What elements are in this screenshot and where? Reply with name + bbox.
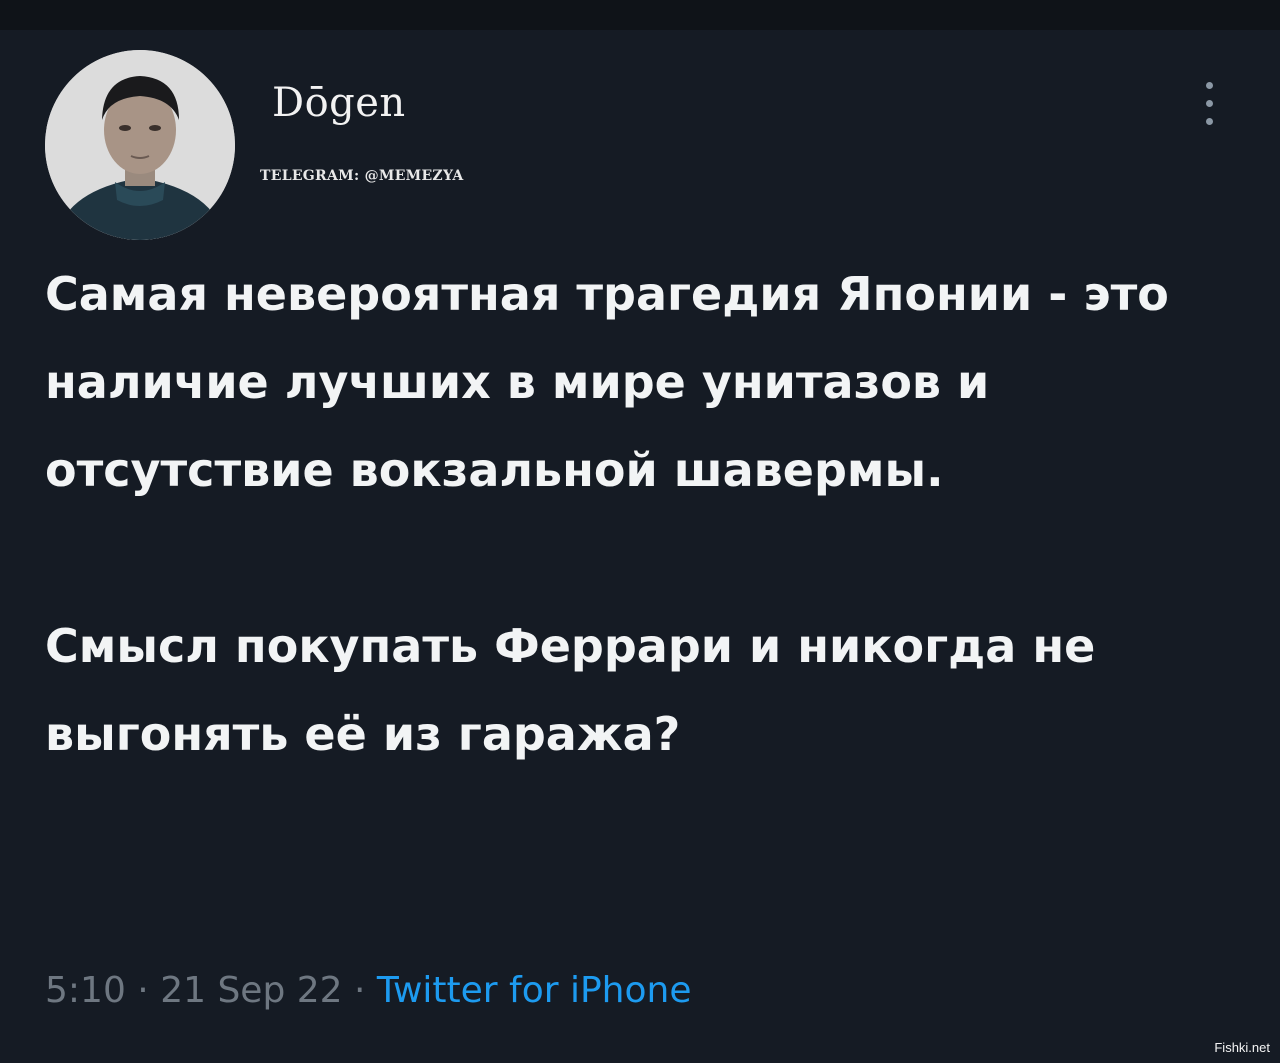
tweet-meta: 5:10 · 21 Sep 22 · Twitter for iPhone: [45, 970, 691, 1011]
author-name[interactable]: Dōgen: [272, 80, 406, 126]
more-dot: [1206, 118, 1213, 125]
avatar[interactable]: [45, 50, 235, 240]
tweet-time[interactable]: 5:10: [45, 970, 126, 1011]
more-dot: [1206, 100, 1213, 107]
top-strip: [0, 0, 1280, 30]
tweet-text: Самая невероятная трагедия Японии - это …: [45, 250, 1225, 778]
meta-separator: ·: [137, 970, 149, 1011]
more-dot: [1206, 82, 1213, 89]
avatar-portrait: [45, 50, 235, 240]
tweet-paragraph: Самая невероятная трагедия Японии - это …: [45, 267, 1169, 497]
watermark: Fishki.net: [1214, 1040, 1270, 1055]
author-subtitle: TELEGRAM: @MEMEZYA: [260, 168, 464, 184]
meta-separator: ·: [354, 970, 366, 1011]
tweet-date[interactable]: 21 Sep 22: [160, 970, 342, 1011]
more-vertical-icon[interactable]: [1195, 78, 1225, 130]
tweet-paragraph: Смысл покупать Феррари и никогда не выго…: [45, 619, 1096, 761]
tweet-source-link[interactable]: Twitter for iPhone: [377, 970, 692, 1011]
